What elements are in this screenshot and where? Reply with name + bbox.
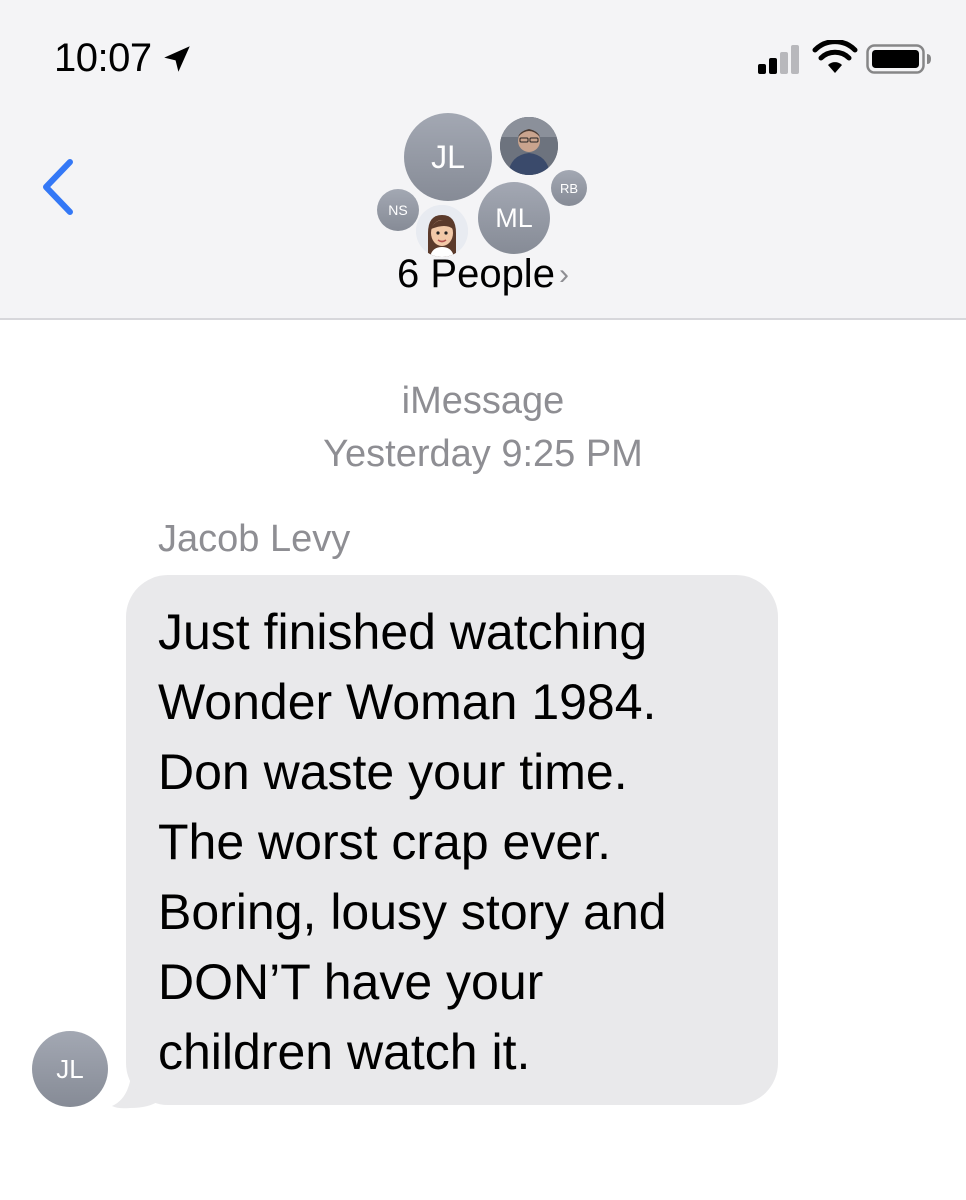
- sender-avatar[interactable]: JL: [32, 1031, 108, 1107]
- avatar-photo[interactable]: [500, 117, 558, 175]
- sender-avatar-initials: JL: [56, 1053, 84, 1084]
- group-details-button[interactable]: 6 People ›: [0, 252, 966, 297]
- avatar-rb-initials: RB: [559, 180, 579, 196]
- status-time: 10:07: [54, 36, 152, 80]
- chevron-right-icon: ›: [558, 258, 569, 291]
- message-timestamp: Yesterday 9:25 PM: [323, 433, 643, 475]
- avatar-ml-initials: ML: [495, 202, 533, 233]
- avatar-ns[interactable]: NS: [377, 189, 419, 231]
- avatar-jl[interactable]: JL: [404, 113, 492, 201]
- people-count-label: 6 People: [397, 252, 555, 296]
- message-text: Just finished watching Wonder Woman 1984…: [158, 604, 667, 1080]
- person-photo-icon: [500, 117, 558, 175]
- wifi-icon: [812, 40, 858, 73]
- back-button[interactable]: [34, 152, 84, 222]
- conversation-header: 10:07 JL RB NS ML 6 People ›: [0, 0, 966, 320]
- message-bubble[interactable]: Just finished watching Wonder Woman 1984…: [126, 575, 778, 1105]
- location-arrow-icon: [164, 46, 190, 72]
- memoji-icon: [416, 205, 468, 257]
- avatar-memoji[interactable]: [416, 205, 468, 257]
- avatar-jl-initials: JL: [431, 138, 465, 175]
- chevron-left-icon: [43, 159, 73, 215]
- cellular-signal-icon: [758, 45, 799, 74]
- avatar-ml[interactable]: ML: [478, 182, 550, 254]
- avatar-rb[interactable]: RB: [551, 170, 587, 206]
- battery-icon: [866, 44, 931, 74]
- sender-name: Jacob Levy: [158, 518, 351, 560]
- service-label: iMessage: [401, 380, 565, 422]
- avatar-ns-initials: NS: [388, 202, 408, 218]
